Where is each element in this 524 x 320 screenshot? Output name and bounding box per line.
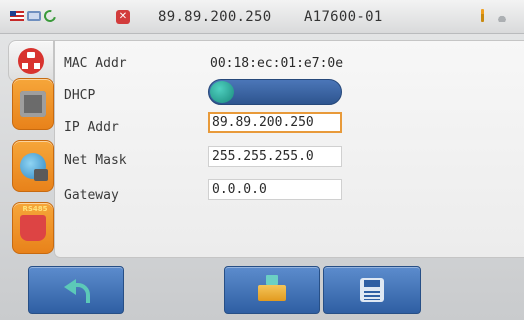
network-tree-icon [18,48,44,74]
device-screen: ✕ 89.89.200.250 A17600-01 RS485 MAC Addr… [0,0,524,320]
mac-label: MAC Addr [64,56,127,71]
close-icon[interactable]: ✕ [116,10,130,24]
ethernet-port-icon [20,91,46,117]
status-bar: ✕ 89.89.200.250 A17600-01 [0,0,524,34]
globe-ethernet-icon [20,153,48,181]
serial-port-label: RS485 [22,205,48,213]
back-button[interactable] [28,266,124,314]
open-folder-icon [258,275,286,301]
dhcp-label: DHCP [64,88,96,103]
status-device-id: A17600-01 [304,9,383,25]
status-icons [10,7,59,25]
netmask-field[interactable]: 255.255.255.0 [208,146,342,167]
gateway-field[interactable]: 0.0.0.0 [208,179,342,200]
status-right-icons [481,9,510,22]
sidebar-item-ethernet[interactable] [12,78,54,130]
signal-icon [494,9,510,22]
network-icon [27,11,41,21]
netmask-label: Net Mask [64,153,127,168]
dhcp-toggle[interactable] [208,79,342,105]
sidebar-item-network-settings[interactable] [8,40,54,82]
save-button[interactable] [323,266,421,314]
sidebar-item-serial[interactable]: RS485 [12,202,54,254]
serial-port-icon: RS485 [20,205,48,241]
flag-icon[interactable] [10,11,24,21]
back-arrow-icon [63,277,90,303]
sidebar-item-internet[interactable] [12,140,54,192]
open-button[interactable] [224,266,320,314]
ip-label: IP Addr [64,120,119,135]
link-icon [41,7,59,25]
mac-value: 00:18:ec:01:e7:0e [210,56,344,71]
battery-icon [481,9,484,22]
gateway-label: Gateway [64,188,119,203]
ip-field[interactable]: 89.89.200.250 [208,112,342,133]
save-disk-icon [360,278,384,302]
status-ip: 89.89.200.250 [158,9,272,25]
dhcp-toggle-knob[interactable] [210,81,234,103]
